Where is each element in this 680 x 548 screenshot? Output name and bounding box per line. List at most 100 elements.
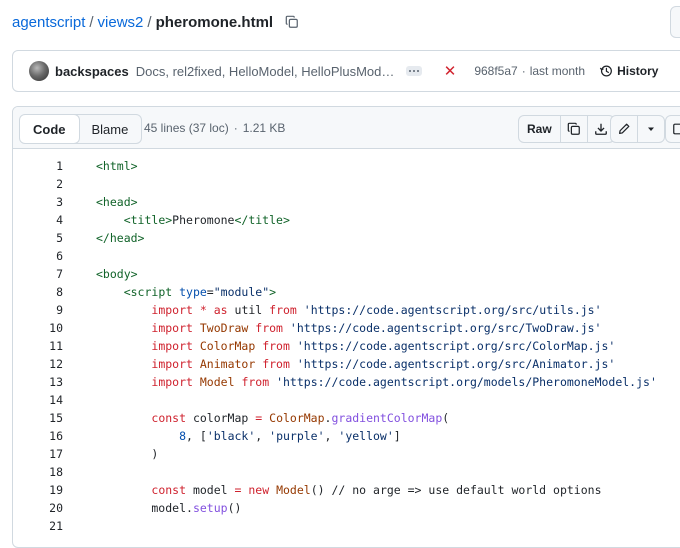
code-token: 'https://code.agentscript.org/src/utils.…	[303, 303, 602, 317]
commit-message[interactable]: Docs, rel2fixed, HelloModel, HelloPlusMo…	[136, 64, 398, 79]
line-number[interactable]: 4	[13, 213, 63, 227]
code-text: <script type="module">	[96, 285, 276, 299]
code-token: const	[151, 483, 187, 497]
code-token: import	[151, 339, 193, 353]
code-token: "module"	[213, 285, 270, 299]
line-number[interactable]: 7	[13, 267, 63, 281]
code-token: 8	[179, 429, 187, 443]
close-icon[interactable]: ✕	[444, 62, 457, 80]
chevron-down-icon	[648, 127, 654, 131]
code-token: Animator	[199, 357, 256, 371]
line-number[interactable]: 12	[13, 357, 63, 371]
latest-commit-bar: backspaces Docs, rel2fixed, HelloModel, …	[12, 50, 680, 92]
code-token: </head>	[96, 231, 145, 245]
code-token: new	[248, 483, 270, 497]
code-line: 1 <html>	[13, 157, 680, 175]
line-number[interactable]: 2	[13, 177, 63, 191]
code-line: 8 <script type="module">	[13, 283, 680, 301]
code-token: model.	[96, 501, 193, 515]
avatar[interactable]	[29, 61, 49, 81]
code-token: as	[213, 303, 228, 317]
code-view[interactable]: 1 <html> 2 3 <head> 4 <title>Pheromone</title…	[13, 149, 680, 535]
code-token: ColorMap	[269, 411, 325, 425]
symbols-panel-toggle[interactable]	[665, 115, 680, 143]
code-text: model.setup()	[96, 501, 241, 515]
code-token: gradientColorMap	[331, 411, 443, 425]
panel-icon	[666, 116, 680, 142]
code-token: colorMap	[186, 411, 256, 425]
tab-code[interactable]: Code	[20, 115, 80, 143]
code-line: 6	[13, 247, 680, 265]
code-text: const model = new Model() // no arge => …	[96, 483, 602, 497]
edit-file-button[interactable]	[611, 116, 638, 142]
file-toolbar: Code Blame 45 lines (37 loc) · 1.21 KB Raw	[13, 107, 680, 149]
code-line: 16 8, ['black', 'purple', 'yellow']	[13, 427, 680, 445]
breadcrumb-separator: /	[89, 13, 94, 31]
edit-actions-group	[610, 115, 665, 143]
code-token: <title>	[123, 213, 173, 227]
code-token: 'yellow'	[338, 429, 394, 443]
line-number[interactable]: 8	[13, 285, 63, 299]
breadcrumb-file-name: pheromone.html	[155, 13, 274, 31]
breadcrumb: agentscript / views2 / pheromone.html	[12, 12, 301, 32]
line-number[interactable]: 3	[13, 195, 63, 209]
code-text: <head>	[96, 195, 138, 209]
line-number[interactable]: 17	[13, 447, 63, 461]
code-line: 9 import * as util from 'https://code.ag…	[13, 301, 680, 319]
copy-raw-button[interactable]	[561, 116, 588, 142]
code-token: import	[151, 375, 193, 389]
file-size: 1.21 KB	[242, 121, 286, 135]
edit-options-dropdown[interactable]	[638, 116, 664, 142]
code-token: import	[151, 321, 193, 335]
code-token: <html>	[96, 159, 138, 173]
code-token: const	[151, 411, 187, 425]
code-token: Model	[276, 483, 311, 497]
line-number[interactable]: 21	[13, 519, 63, 533]
line-number[interactable]: 14	[13, 393, 63, 407]
breadcrumb-owner-link[interactable]: agentscript	[12, 14, 85, 31]
line-number[interactable]: 15	[13, 411, 63, 425]
commit-author[interactable]: backspaces	[55, 64, 129, 79]
breadcrumb-folder-link[interactable]: views2	[98, 14, 144, 31]
line-number[interactable]: 9	[13, 303, 63, 317]
code-token: from	[269, 303, 297, 317]
code-token: from	[262, 357, 290, 371]
line-number[interactable]: 5	[13, 231, 63, 245]
code-token: , [	[186, 429, 207, 443]
line-number[interactable]: 13	[13, 375, 63, 389]
code-token: from	[241, 375, 270, 389]
copy-path-button[interactable]	[283, 13, 301, 31]
commit-sha[interactable]: 968f5a7	[474, 64, 517, 78]
code-token: )	[96, 447, 159, 461]
line-number[interactable]: 19	[13, 483, 63, 497]
tab-blame[interactable]: Blame	[79, 115, 142, 143]
code-text: 8, ['black', 'purple', 'yellow']	[96, 429, 401, 443]
code-token: (	[442, 411, 450, 425]
code-token: 'https://code.agentscript.org/models/Phe…	[276, 375, 657, 389]
expand-commit-button[interactable]	[405, 66, 422, 76]
line-number[interactable]: 6	[13, 249, 63, 263]
code-line: 18	[13, 463, 680, 481]
line-number[interactable]: 18	[13, 465, 63, 479]
top-right-action-button[interactable]	[670, 6, 680, 38]
pencil-icon	[619, 123, 630, 134]
code-token: () // no arge => use default world optio…	[310, 483, 602, 497]
code-token: util	[227, 303, 270, 317]
line-number[interactable]: 20	[13, 501, 63, 515]
line-number[interactable]: 1	[13, 159, 63, 173]
code-line: 13 import Model from 'https://code.agent…	[13, 373, 680, 391]
code-token: <head>	[96, 195, 138, 209]
line-number[interactable]: 10	[13, 321, 63, 335]
line-number[interactable]: 11	[13, 339, 63, 353]
raw-button[interactable]: Raw	[519, 116, 561, 142]
code-line: 17 )	[13, 445, 680, 463]
history-button[interactable]: History	[599, 64, 658, 78]
line-number[interactable]: 16	[13, 429, 63, 443]
